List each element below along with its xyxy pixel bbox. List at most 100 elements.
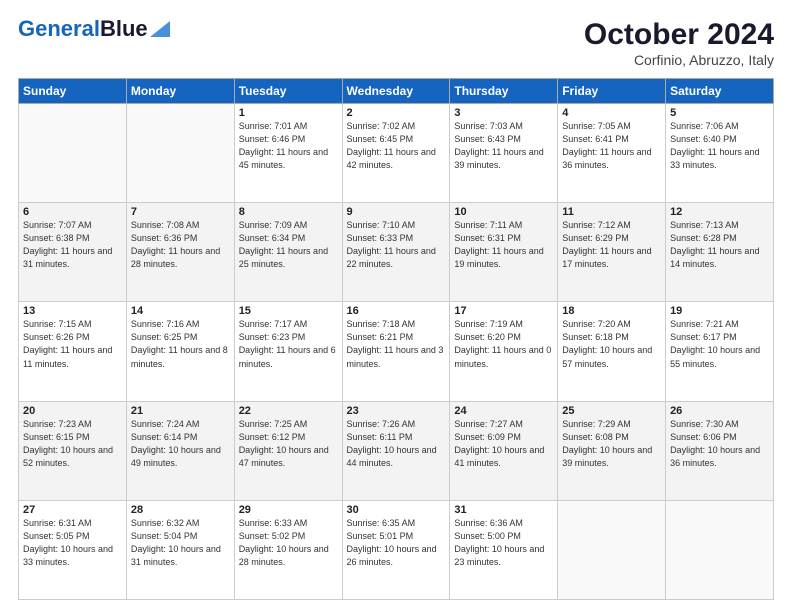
day-info: Sunrise: 7:25 AMSunset: 6:12 PMDaylight:… bbox=[239, 418, 338, 470]
calendar-cell: 14Sunrise: 7:16 AMSunset: 6:25 PMDayligh… bbox=[126, 302, 234, 401]
day-number: 3 bbox=[454, 107, 553, 119]
calendar-cell bbox=[666, 500, 774, 599]
calendar-cell: 4Sunrise: 7:05 AMSunset: 6:41 PMDaylight… bbox=[558, 104, 666, 203]
logo-general: General bbox=[18, 16, 100, 41]
calendar-cell: 30Sunrise: 6:35 AMSunset: 5:01 PMDayligh… bbox=[342, 500, 450, 599]
day-info: Sunrise: 7:06 AMSunset: 6:40 PMDaylight:… bbox=[670, 120, 769, 172]
day-info: Sunrise: 7:20 AMSunset: 6:18 PMDaylight:… bbox=[562, 318, 661, 370]
day-info: Sunrise: 7:01 AMSunset: 6:46 PMDaylight:… bbox=[239, 120, 338, 172]
calendar-cell: 17Sunrise: 7:19 AMSunset: 6:20 PMDayligh… bbox=[450, 302, 558, 401]
day-number: 12 bbox=[670, 206, 769, 218]
page: GeneralBlue October 2024 Corfinio, Abruz… bbox=[0, 0, 792, 612]
day-number: 6 bbox=[23, 206, 122, 218]
logo-text: GeneralBlue bbox=[18, 18, 148, 40]
calendar-cell: 15Sunrise: 7:17 AMSunset: 6:23 PMDayligh… bbox=[234, 302, 342, 401]
calendar-cell: 19Sunrise: 7:21 AMSunset: 6:17 PMDayligh… bbox=[666, 302, 774, 401]
day-info: Sunrise: 7:17 AMSunset: 6:23 PMDaylight:… bbox=[239, 318, 338, 370]
calendar-cell bbox=[19, 104, 127, 203]
day-info: Sunrise: 7:10 AMSunset: 6:33 PMDaylight:… bbox=[347, 219, 446, 271]
calendar-cell: 28Sunrise: 6:32 AMSunset: 5:04 PMDayligh… bbox=[126, 500, 234, 599]
calendar-cell: 22Sunrise: 7:25 AMSunset: 6:12 PMDayligh… bbox=[234, 401, 342, 500]
day-info: Sunrise: 7:13 AMSunset: 6:28 PMDaylight:… bbox=[670, 219, 769, 271]
logo-blue: Blue bbox=[100, 16, 148, 41]
day-info: Sunrise: 7:03 AMSunset: 6:43 PMDaylight:… bbox=[454, 120, 553, 172]
day-number: 13 bbox=[23, 305, 122, 317]
calendar-header-row: SundayMondayTuesdayWednesdayThursdayFrid… bbox=[19, 79, 774, 104]
day-number: 14 bbox=[131, 305, 230, 317]
calendar-cell: 21Sunrise: 7:24 AMSunset: 6:14 PMDayligh… bbox=[126, 401, 234, 500]
calendar-cell: 12Sunrise: 7:13 AMSunset: 6:28 PMDayligh… bbox=[666, 203, 774, 302]
calendar-week-row: 13Sunrise: 7:15 AMSunset: 6:26 PMDayligh… bbox=[19, 302, 774, 401]
day-number: 16 bbox=[347, 305, 446, 317]
title-block: October 2024 Corfinio, Abruzzo, Italy bbox=[584, 18, 774, 68]
day-number: 22 bbox=[239, 405, 338, 417]
day-header-friday: Friday bbox=[558, 79, 666, 104]
day-info: Sunrise: 6:36 AMSunset: 5:00 PMDaylight:… bbox=[454, 517, 553, 569]
day-number: 28 bbox=[131, 504, 230, 516]
day-number: 24 bbox=[454, 405, 553, 417]
calendar-cell: 20Sunrise: 7:23 AMSunset: 6:15 PMDayligh… bbox=[19, 401, 127, 500]
day-info: Sunrise: 7:09 AMSunset: 6:34 PMDaylight:… bbox=[239, 219, 338, 271]
day-number: 26 bbox=[670, 405, 769, 417]
day-number: 1 bbox=[239, 107, 338, 119]
day-number: 29 bbox=[239, 504, 338, 516]
calendar-cell: 6Sunrise: 7:07 AMSunset: 6:38 PMDaylight… bbox=[19, 203, 127, 302]
calendar-cell: 1Sunrise: 7:01 AMSunset: 6:46 PMDaylight… bbox=[234, 104, 342, 203]
calendar-week-row: 6Sunrise: 7:07 AMSunset: 6:38 PMDaylight… bbox=[19, 203, 774, 302]
calendar-cell: 2Sunrise: 7:02 AMSunset: 6:45 PMDaylight… bbox=[342, 104, 450, 203]
day-header-thursday: Thursday bbox=[450, 79, 558, 104]
day-info: Sunrise: 6:33 AMSunset: 5:02 PMDaylight:… bbox=[239, 517, 338, 569]
calendar-cell: 24Sunrise: 7:27 AMSunset: 6:09 PMDayligh… bbox=[450, 401, 558, 500]
day-info: Sunrise: 7:08 AMSunset: 6:36 PMDaylight:… bbox=[131, 219, 230, 271]
day-info: Sunrise: 7:07 AMSunset: 6:38 PMDaylight:… bbox=[23, 219, 122, 271]
day-number: 9 bbox=[347, 206, 446, 218]
day-number: 11 bbox=[562, 206, 661, 218]
calendar-cell: 7Sunrise: 7:08 AMSunset: 6:36 PMDaylight… bbox=[126, 203, 234, 302]
day-number: 25 bbox=[562, 405, 661, 417]
calendar-cell: 31Sunrise: 6:36 AMSunset: 5:00 PMDayligh… bbox=[450, 500, 558, 599]
day-info: Sunrise: 7:02 AMSunset: 6:45 PMDaylight:… bbox=[347, 120, 446, 172]
calendar-week-row: 20Sunrise: 7:23 AMSunset: 6:15 PMDayligh… bbox=[19, 401, 774, 500]
day-info: Sunrise: 7:05 AMSunset: 6:41 PMDaylight:… bbox=[562, 120, 661, 172]
day-header-wednesday: Wednesday bbox=[342, 79, 450, 104]
day-info: Sunrise: 7:18 AMSunset: 6:21 PMDaylight:… bbox=[347, 318, 446, 370]
day-info: Sunrise: 6:31 AMSunset: 5:05 PMDaylight:… bbox=[23, 517, 122, 569]
day-info: Sunrise: 7:27 AMSunset: 6:09 PMDaylight:… bbox=[454, 418, 553, 470]
day-info: Sunrise: 7:30 AMSunset: 6:06 PMDaylight:… bbox=[670, 418, 769, 470]
day-header-saturday: Saturday bbox=[666, 79, 774, 104]
day-number: 20 bbox=[23, 405, 122, 417]
calendar-cell: 8Sunrise: 7:09 AMSunset: 6:34 PMDaylight… bbox=[234, 203, 342, 302]
day-info: Sunrise: 6:35 AMSunset: 5:01 PMDaylight:… bbox=[347, 517, 446, 569]
calendar-cell: 3Sunrise: 7:03 AMSunset: 6:43 PMDaylight… bbox=[450, 104, 558, 203]
day-info: Sunrise: 7:11 AMSunset: 6:31 PMDaylight:… bbox=[454, 219, 553, 271]
day-info: Sunrise: 7:23 AMSunset: 6:15 PMDaylight:… bbox=[23, 418, 122, 470]
calendar-cell: 29Sunrise: 6:33 AMSunset: 5:02 PMDayligh… bbox=[234, 500, 342, 599]
calendar-cell: 11Sunrise: 7:12 AMSunset: 6:29 PMDayligh… bbox=[558, 203, 666, 302]
calendar-cell: 10Sunrise: 7:11 AMSunset: 6:31 PMDayligh… bbox=[450, 203, 558, 302]
day-number: 8 bbox=[239, 206, 338, 218]
day-number: 18 bbox=[562, 305, 661, 317]
calendar-cell: 25Sunrise: 7:29 AMSunset: 6:08 PMDayligh… bbox=[558, 401, 666, 500]
day-info: Sunrise: 6:32 AMSunset: 5:04 PMDaylight:… bbox=[131, 517, 230, 569]
calendar-cell: 26Sunrise: 7:30 AMSunset: 6:06 PMDayligh… bbox=[666, 401, 774, 500]
calendar-cell bbox=[558, 500, 666, 599]
day-number: 5 bbox=[670, 107, 769, 119]
calendar-cell: 5Sunrise: 7:06 AMSunset: 6:40 PMDaylight… bbox=[666, 104, 774, 203]
calendar-cell: 13Sunrise: 7:15 AMSunset: 6:26 PMDayligh… bbox=[19, 302, 127, 401]
calendar-cell: 9Sunrise: 7:10 AMSunset: 6:33 PMDaylight… bbox=[342, 203, 450, 302]
day-number: 27 bbox=[23, 504, 122, 516]
logo: GeneralBlue bbox=[18, 18, 170, 40]
calendar-week-row: 27Sunrise: 6:31 AMSunset: 5:05 PMDayligh… bbox=[19, 500, 774, 599]
day-number: 2 bbox=[347, 107, 446, 119]
day-header-sunday: Sunday bbox=[19, 79, 127, 104]
day-info: Sunrise: 7:21 AMSunset: 6:17 PMDaylight:… bbox=[670, 318, 769, 370]
calendar-week-row: 1Sunrise: 7:01 AMSunset: 6:46 PMDaylight… bbox=[19, 104, 774, 203]
day-number: 4 bbox=[562, 107, 661, 119]
day-number: 17 bbox=[454, 305, 553, 317]
day-number: 30 bbox=[347, 504, 446, 516]
day-number: 23 bbox=[347, 405, 446, 417]
day-info: Sunrise: 7:12 AMSunset: 6:29 PMDaylight:… bbox=[562, 219, 661, 271]
day-header-monday: Monday bbox=[126, 79, 234, 104]
day-info: Sunrise: 7:15 AMSunset: 6:26 PMDaylight:… bbox=[23, 318, 122, 370]
day-number: 7 bbox=[131, 206, 230, 218]
